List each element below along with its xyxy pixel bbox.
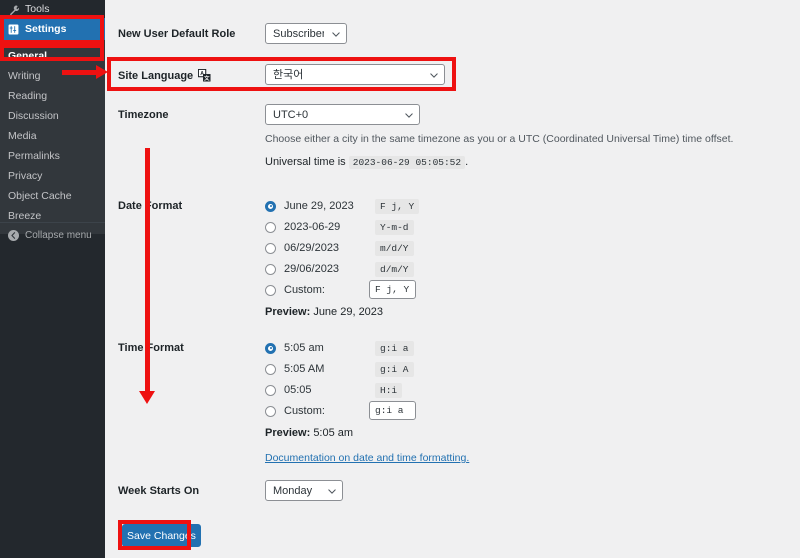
wrench-icon <box>8 4 19 15</box>
date-format-option-3-label: 29/06/2023 <box>284 263 340 275</box>
date-format-label: Date Format <box>118 200 183 212</box>
timezone-select[interactable]: UTC+0 <box>265 104 420 125</box>
universal-time-value: 2023-06-29 05:05:52 <box>348 156 466 169</box>
time-format-option-2-label: 05:05 <box>284 384 312 396</box>
date-format-option-1-label: 2023-06-29 <box>284 221 341 233</box>
settings-submenu: General Writing Reading Discussion Media… <box>0 40 105 234</box>
site-language-label: Site Language <box>118 69 194 82</box>
radio-date-format-0[interactable] <box>265 200 276 212</box>
sidebar-item-settings[interactable]: Settings <box>0 18 105 40</box>
date-format-preview: Preview: June 29, 2023 <box>265 306 383 318</box>
date-format-option-2[interactable]: 06/29/2023 <box>265 240 339 256</box>
sidebar-item-reading[interactable]: Reading <box>0 86 105 106</box>
time-format-preview-label: Preview: <box>265 427 311 439</box>
radio-time-format-2[interactable] <box>265 384 276 396</box>
time-format-option-custom[interactable]: Custom: <box>265 403 325 419</box>
date-format-option-1[interactable]: 2023-06-29 <box>265 219 340 235</box>
translate-icon: A 文 <box>198 69 211 82</box>
documentation-link-text: Documentation on date and time formattin… <box>265 452 467 464</box>
week-starts-on-label: Week Starts On <box>118 485 200 497</box>
date-format-option-0-label: June 29, 2023 <box>284 200 354 212</box>
time-format-custom-input[interactable]: g:i a <box>369 401 416 420</box>
date-format-custom-label: Custom: <box>284 284 325 296</box>
universal-time-row: Universal time is 2023-06-29 05:05:52. <box>265 156 469 169</box>
time-format-preview: Preview: 5:05 am <box>265 427 353 439</box>
sidebar-item-media[interactable]: Media <box>0 126 105 146</box>
date-format-preview-label: Preview: <box>265 306 311 318</box>
sidebar-item-permalinks[interactable]: Permalinks <box>0 146 105 166</box>
date-format-code-1: Y-m-d <box>375 220 414 235</box>
date-format-option-3[interactable]: 29/06/2023 <box>265 261 339 277</box>
time-format-code-2: H:i <box>375 383 403 398</box>
site-language-select[interactable]: 한국어 <box>265 64 445 85</box>
date-format-option-2-label: 06/29/2023 <box>284 242 340 254</box>
date-format-preview-value: June 29, 2023 <box>313 306 384 318</box>
date-format-custom-input[interactable]: F j, Y <box>369 280 416 299</box>
universal-time-suffix: . <box>465 156 469 168</box>
collapse-arrow-icon <box>8 229 19 241</box>
sidebar-item-tools-label: Tools <box>25 3 50 15</box>
time-format-option-0[interactable]: 5:05 am <box>265 340 324 356</box>
time-format-label: Time Format <box>118 342 184 354</box>
time-format-option-2[interactable]: 05:05 <box>265 382 312 398</box>
universal-time-prefix: Universal time is <box>265 156 346 168</box>
sidebar-item-writing[interactable]: Writing <box>0 66 105 86</box>
date-format-code-3: d/m/Y <box>375 262 414 277</box>
timezone-label: Timezone <box>118 109 169 121</box>
week-starts-on-select[interactable]: Monday <box>265 480 343 501</box>
time-format-option-1-label: 5:05 AM <box>284 363 325 375</box>
documentation-link[interactable]: Documentation on date and time formattin… <box>265 452 469 464</box>
date-format-option-custom[interactable]: Custom: <box>265 282 325 298</box>
time-format-preview-value: 5:05 am <box>313 427 354 439</box>
radio-time-format-1[interactable] <box>265 363 276 375</box>
timezone-help-text: Choose either a city in the same timezon… <box>265 133 734 145</box>
sidebar-item-privacy[interactable]: Privacy <box>0 166 105 186</box>
radio-date-format-custom[interactable] <box>265 284 276 296</box>
radio-date-format-2[interactable] <box>265 242 276 254</box>
radio-time-format-0[interactable] <box>265 342 276 354</box>
new-user-default-role-label: New User Default Role <box>118 28 236 40</box>
sidebar-item-general[interactable]: General <box>0 46 105 66</box>
time-format-option-1[interactable]: 5:05 AM <box>265 361 324 377</box>
sidebar-item-object-cache[interactable]: Object Cache <box>0 186 105 206</box>
collapse-menu-label: Collapse menu <box>25 229 92 241</box>
sidebar-item-discussion[interactable]: Discussion <box>0 106 105 126</box>
settings-form: New User Default Role Subscriber Site La… <box>105 0 800 558</box>
radio-date-format-3[interactable] <box>265 263 276 275</box>
time-format-code-0: g:i a <box>375 341 414 356</box>
radio-date-format-1[interactable] <box>265 221 276 233</box>
wordpress-general-settings-screen: Tools Settings General Writing Reading D… <box>0 0 800 558</box>
date-format-option-0[interactable]: June 29, 2023 <box>265 198 354 214</box>
time-format-custom-label: Custom: <box>284 405 325 417</box>
new-user-default-role-select[interactable]: Subscriber <box>265 23 347 44</box>
settings-sliders-icon <box>8 24 19 35</box>
documentation-link-period: . <box>466 452 470 464</box>
collapse-menu-button[interactable]: Collapse menu <box>0 222 105 247</box>
date-format-code-2: m/d/Y <box>375 241 414 256</box>
time-format-option-0-label: 5:05 am <box>284 342 324 354</box>
date-format-code-0: F j, Y <box>375 199 420 214</box>
radio-time-format-custom[interactable] <box>265 405 276 417</box>
sidebar-item-settings-label: Settings <box>25 23 67 35</box>
admin-sidebar: Tools Settings General Writing Reading D… <box>0 0 105 558</box>
time-format-code-1: g:i A <box>375 362 414 377</box>
sidebar-item-tools[interactable]: Tools <box>0 0 105 18</box>
save-changes-button[interactable]: Save Changes <box>122 524 201 547</box>
